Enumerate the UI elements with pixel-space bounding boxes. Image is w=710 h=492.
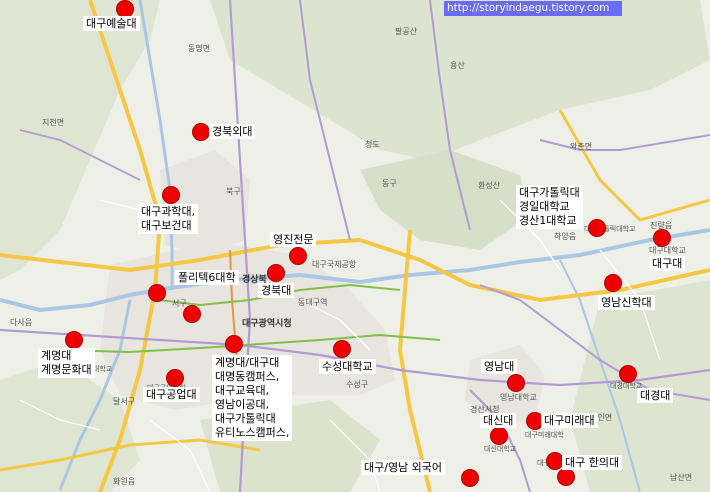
marker-yeungnam-theo[interactable] xyxy=(605,275,621,291)
label-daegu-future: 대구미래대 xyxy=(541,413,598,428)
marker-yeungnam[interactable] xyxy=(508,375,524,391)
label-knu: 경북대 xyxy=(258,283,295,298)
label-daegu-univ: 대구대 xyxy=(649,256,686,271)
label-polytech: 폴리텍6대학 xyxy=(175,270,239,285)
label-yeungnam: 영남대 xyxy=(481,359,518,374)
marker-daegu-science[interactable] xyxy=(163,187,179,203)
map-label-dasa: 다사읍 xyxy=(10,318,33,327)
map-label-jicheon: 지천면 xyxy=(42,118,65,127)
map-label-hayang-eup: 하양읍 xyxy=(554,232,577,241)
marker-daegu-univ[interactable] xyxy=(654,230,670,246)
map-label-seo-gu: 서구 xyxy=(172,299,187,308)
label-cu-group: 대구가톨릭대 경일대학교 경산1대학교 xyxy=(516,185,583,229)
map-label-cheongdo: 청도 xyxy=(365,140,380,149)
map-label-daeshin-small: 대신대학교 xyxy=(484,445,517,453)
label-yeungjin: 영진전문 xyxy=(270,232,317,247)
marker-daegu-tech[interactable] xyxy=(167,370,183,386)
map-label-waechon: 와촌면 xyxy=(570,142,593,151)
marker-yeungnam-foreign[interactable] xyxy=(462,470,478,486)
marker-cu-group[interactable] xyxy=(589,220,605,236)
source-url-banner[interactable]: http://storyindaegu.tistory.com xyxy=(444,1,622,16)
map-canvas[interactable]: http://storyindaegu.tistory.com 대구광역시청 경… xyxy=(0,0,710,492)
map-label-yeungnam-small: 영남대학교 xyxy=(500,393,537,402)
map-label-dongdaegu-station: 동대구역 xyxy=(298,298,328,307)
marker-daegu-haany[interactable] xyxy=(547,453,563,469)
map-label-dalseo-gu: 달서구 xyxy=(113,397,136,406)
map-label-daegu-univ-small: 대구대학교 xyxy=(649,246,686,255)
marker-kyungwoon[interactable] xyxy=(193,124,209,140)
marker-suseong[interactable] xyxy=(334,341,350,357)
label-yeungnam-theo: 영남신학대 xyxy=(598,295,655,310)
label-daeshin: 대신대 xyxy=(480,413,517,428)
map-label-hwanseongsan: 환성산 xyxy=(478,181,501,190)
map-label-namsan: 남산면 xyxy=(670,473,693,482)
map-label-palgongsan: 팔공산 xyxy=(395,27,418,36)
marker-daeshin[interactable] xyxy=(491,428,507,444)
label-daegu-haany: 대구 한의대 xyxy=(562,455,623,470)
marker-knu[interactable] xyxy=(268,265,284,281)
label-keimyung: 계명대 계명문화대 xyxy=(38,348,95,378)
label-daegu-tech: 대구공업대 xyxy=(143,387,200,402)
label-kyungwoon: 경북외대 xyxy=(209,124,256,139)
map-label-hwawon-eup: 화원읍 xyxy=(113,477,136,486)
map-label-daegu-airport: 대구국제공항 xyxy=(312,260,357,269)
marker-keimyung-group[interactable] xyxy=(226,336,242,352)
marker-daegu-arts[interactable] xyxy=(117,1,133,17)
label-daegu-arts: 대구예술대 xyxy=(83,16,140,31)
map-label-suseong-gu: 수성구 xyxy=(346,380,369,389)
map-label-dong-myeon: 동명면 xyxy=(188,44,211,53)
marker-kyungdong[interactable] xyxy=(620,366,636,382)
label-suseong: 수성대학교 xyxy=(319,359,376,374)
label-kyungdong: 대경대 xyxy=(637,388,674,403)
label-daegu-science: 대구과학대, 대구보건대 xyxy=(138,204,199,234)
label-yeungnam-foreign: 대구/영남 외국어 xyxy=(361,460,446,475)
marker-polytech-2[interactable] xyxy=(184,306,200,322)
marker-keimyung[interactable] xyxy=(66,332,82,348)
label-keimyung-group: 계명대/대구대 대명동캠퍼스, 대구교육대, 영남이공대, 대구가톨릭대 유티노… xyxy=(212,355,293,441)
map-label-buk-gu: 북구 xyxy=(226,187,241,196)
marker-polytech[interactable] xyxy=(149,285,165,301)
map-label-yongsan: 용산 xyxy=(450,61,465,70)
map-label-daegu-city-hall: 대구광역시청 xyxy=(242,319,292,329)
marker-daegu-haany-2[interactable] xyxy=(558,469,574,485)
map-label-daegu-future-small: 대구미래대학 xyxy=(525,431,564,439)
map-label-dong-gu: 동구 xyxy=(382,179,397,188)
marker-yeungjin[interactable] xyxy=(290,248,306,264)
